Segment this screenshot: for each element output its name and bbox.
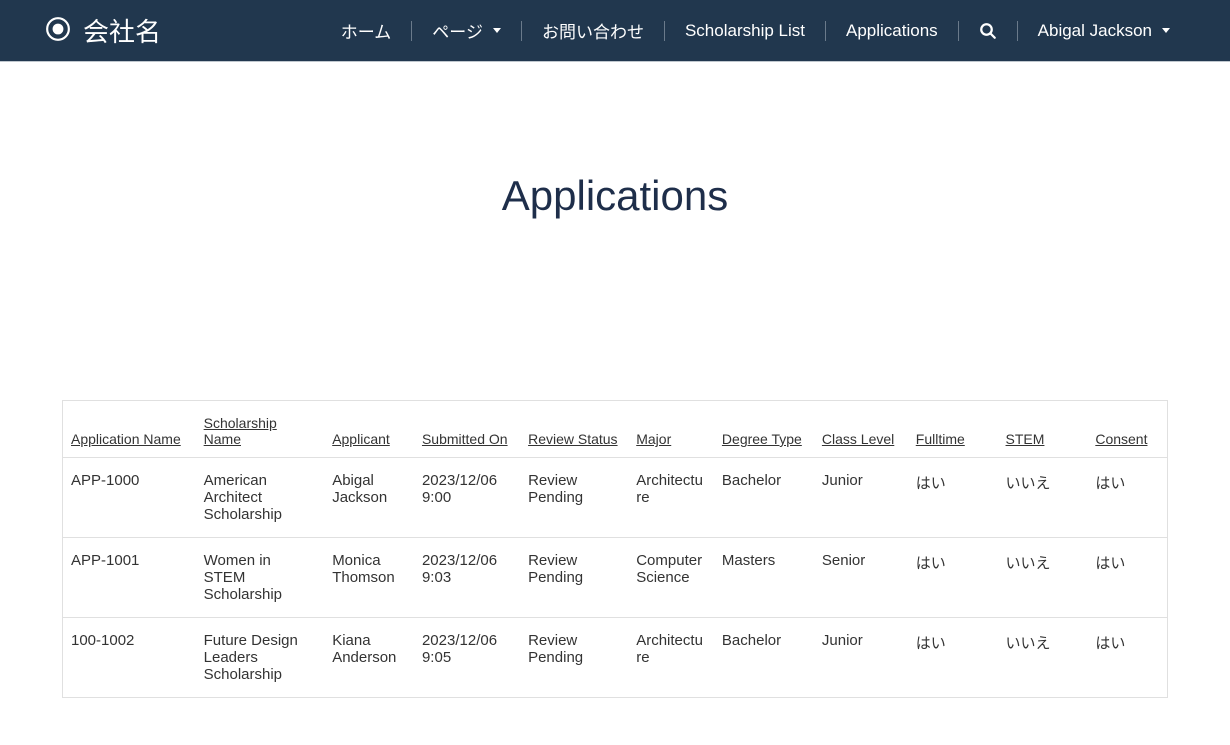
cell-class-level: Senior <box>814 538 908 618</box>
cell-scholarship-name: Women in STEM Scholarship <box>196 538 325 618</box>
table-row[interactable]: APP-1000American Architect ScholarshipAb… <box>63 458 1167 538</box>
cell-class-level: Junior <box>814 618 908 698</box>
applications-table-wrapper: Application Name Scholarship Name Applic… <box>62 400 1168 698</box>
cell-scholarship-name: Future Design Leaders Scholarship <box>196 618 325 698</box>
cell-stem: いいえ <box>998 618 1088 698</box>
cell-review-status: Review Pending <box>520 538 628 618</box>
cell-major: Architecture <box>628 618 714 698</box>
cell-application-name: APP-1001 <box>63 538 196 618</box>
cell-consent: はい <box>1087 618 1167 698</box>
cell-applicant: Kiana Anderson <box>324 618 414 698</box>
cell-major: Architecture <box>628 458 714 538</box>
page-title: Applications <box>0 172 1230 220</box>
cell-application-name: APP-1000 <box>63 458 196 538</box>
brand-logo-icon <box>45 16 71 45</box>
chevron-down-icon <box>1162 28 1170 33</box>
cell-fulltime: はい <box>908 458 998 538</box>
cell-submitted-on: 2023/12/06 9:05 <box>414 618 520 698</box>
cell-applicant: Abigal Jackson <box>324 458 414 538</box>
cell-applicant: Monica Thomson <box>324 538 414 618</box>
cell-degree-type: Masters <box>714 538 814 618</box>
cell-fulltime: はい <box>908 538 998 618</box>
search-icon <box>979 22 997 40</box>
cell-application-name: 100-1002 <box>63 618 196 698</box>
applications-table: Application Name Scholarship Name Applic… <box>63 401 1167 697</box>
nav-list: ホーム ページ お問い合わせ Scholarship List Applicat… <box>221 18 1190 43</box>
cell-submitted-on: 2023/12/06 9:00 <box>414 458 520 538</box>
table-row[interactable]: APP-1001Women in STEM ScholarshipMonica … <box>63 538 1167 618</box>
cell-consent: はい <box>1087 538 1167 618</box>
nav-scholarship-list[interactable]: Scholarship List <box>665 21 825 41</box>
nav-user-menu[interactable]: Abigal Jackson <box>1018 21 1190 41</box>
chevron-down-icon <box>493 28 501 33</box>
cell-fulltime: はい <box>908 618 998 698</box>
brand[interactable]: 会社名 <box>45 12 161 49</box>
col-header-stem[interactable]: STEM <box>998 401 1088 458</box>
nav-contact[interactable]: お問い合わせ <box>522 18 664 43</box>
cell-review-status: Review Pending <box>520 458 628 538</box>
cell-major: Computer Science <box>628 538 714 618</box>
col-header-scholarship-name[interactable]: Scholarship Name <box>196 401 325 458</box>
cell-degree-type: Bachelor <box>714 458 814 538</box>
nav-home[interactable]: ホーム <box>321 18 412 43</box>
table-row[interactable]: 100-1002Future Design Leaders Scholarshi… <box>63 618 1167 698</box>
col-header-major[interactable]: Major <box>628 401 714 458</box>
cell-review-status: Review Pending <box>520 618 628 698</box>
navbar: 会社名 ホーム ページ お問い合わせ Scholarship List Appl… <box>0 0 1230 62</box>
nav-applications[interactable]: Applications <box>826 21 958 41</box>
cell-consent: はい <box>1087 458 1167 538</box>
cell-scholarship-name: American Architect Scholarship <box>196 458 325 538</box>
col-header-fulltime[interactable]: Fulltime <box>908 401 998 458</box>
cell-class-level: Junior <box>814 458 908 538</box>
col-header-consent[interactable]: Consent <box>1087 401 1167 458</box>
col-header-degree-type[interactable]: Degree Type <box>714 401 814 458</box>
cell-stem: いいえ <box>998 458 1088 538</box>
col-header-application-name[interactable]: Application Name <box>63 401 196 458</box>
cell-submitted-on: 2023/12/06 9:03 <box>414 538 520 618</box>
nav-user-label: Abigal Jackson <box>1038 21 1152 41</box>
col-header-review-status[interactable]: Review Status <box>520 401 628 458</box>
nav-search[interactable] <box>959 22 1017 40</box>
col-header-applicant[interactable]: Applicant <box>324 401 414 458</box>
cell-degree-type: Bachelor <box>714 618 814 698</box>
col-header-class-level[interactable]: Class Level <box>814 401 908 458</box>
col-header-submitted-on[interactable]: Submitted On <box>414 401 520 458</box>
table-header-row: Application Name Scholarship Name Applic… <box>63 401 1167 458</box>
nav-pages[interactable]: ページ <box>412 18 521 43</box>
cell-stem: いいえ <box>998 538 1088 618</box>
nav-pages-label: ページ <box>432 18 483 43</box>
brand-name: 会社名 <box>83 12 161 49</box>
